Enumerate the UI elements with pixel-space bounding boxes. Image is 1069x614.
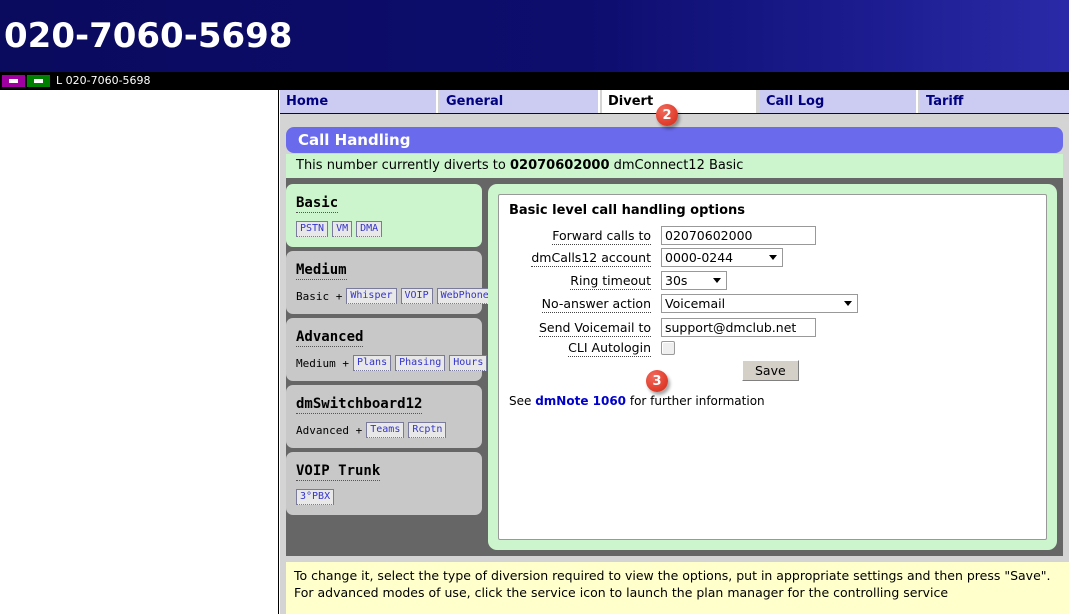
tab-general[interactable]: General [440,90,600,114]
chip-pstn[interactable]: PSTN [296,221,329,237]
chevron-down-icon [769,255,777,260]
page-title: 020-7060-5698 [4,16,293,56]
label-ring-timeout: Ring timeout [570,273,651,290]
dmnote-reference: See dmNote 1060 for further information [509,394,765,408]
tab-divert[interactable]: Divert [602,90,756,114]
level-chips-basic: PSTN VM DMA [296,221,482,237]
note-suffix: for further information [626,394,765,408]
level-title-advanced: Advanced [296,329,364,347]
step-badge-3: 3 [646,370,668,392]
tab-home[interactable]: Home [280,90,438,114]
service-level-list: Basic PSTN VM DMA Medium Basic + Whisper… [286,184,493,519]
divert-status-suffix: dmConnect12 Basic [609,158,744,173]
level-card-dmswitchboard12[interactable]: dmSwitchboard12 Advanced + Teams Rcptn [286,385,482,448]
ring-timeout-value: 30s [665,273,688,288]
level-chips-voip-trunk: 3°PBX [296,489,482,505]
label-cli-autologin: CLI Autologin [568,340,651,357]
level-prefix-advanced: Medium + [296,356,349,370]
label-forward-calls: Forward calls to [552,227,651,245]
dmcalls-account-value: 0000-0244 [665,250,734,265]
purple-service-icon[interactable] [2,75,25,87]
forward-calls-input[interactable] [661,226,816,245]
ring-timeout-select[interactable]: 30s [661,271,727,290]
form-title: Basic level call handling options [509,203,745,218]
chip-dma[interactable]: DMA [356,221,383,237]
help-line-1: To change it, select the type of diversi… [294,568,1051,583]
level-title-basic: Basic [296,195,339,213]
chip-vm[interactable]: VM [332,221,353,237]
chip-teams[interactable]: Teams [366,422,405,438]
chip-plans[interactable]: Plans [352,355,392,371]
chevron-down-icon [844,301,852,306]
label-send-voicemail: Send Voicemail to [538,319,651,337]
chip-phasing[interactable]: Phasing [395,355,446,371]
level-chips-dmswitchboard12: Advanced + Teams Rcptn [296,422,482,438]
divert-status-line: This number currently diverts to 0207060… [286,154,1063,178]
form-panel-outer: Basic level call handling options Forwar… [488,184,1057,550]
field-row-cli-autologin: CLI Autologin [499,340,1046,357]
no-answer-action-value: Voicemail [665,296,726,311]
level-prefix-medium: Basic + [296,289,343,303]
step-badge-2: 2 [656,104,678,126]
panel-header-title: Call Handling [286,127,1063,153]
level-title-dmswitchboard12: dmSwitchboard12 [296,396,423,414]
help-line-2: For advanced modes of use, click the ser… [294,585,949,600]
level-title-medium: Medium [296,262,347,280]
tab-tariff[interactable]: Tariff [920,90,1069,114]
level-card-voip-trunk[interactable]: VOIP Trunk 3°PBX [286,452,482,515]
level-chips-medium: Basic + Whisper VOIP WebPhone [296,288,493,304]
status-bar: L 020-7060-5698 [0,72,1069,90]
save-button[interactable]: Save [742,360,799,381]
field-row-send-voicemail: Send Voicemail to [499,317,1046,337]
top-banner: 020-7060-5698 [0,0,1069,72]
field-row-forward-calls: Forward calls to [499,225,1046,245]
no-answer-action-select[interactable]: Voicemail [661,294,858,313]
level-card-basic[interactable]: Basic PSTN VM DMA [286,184,482,247]
status-bar-line-label: L 020-7060-5698 [56,74,151,87]
chip-voip[interactable]: VOIP [400,288,433,304]
field-row-ring-timeout: Ring timeout 30s [499,271,1046,290]
form-panel: Basic level call handling options Forwar… [498,194,1047,540]
content-area: Home General Divert Call Log Tariff 2 Ca… [280,90,1069,614]
chip-webphone[interactable]: WebPhone [436,288,493,304]
chip-3pbx[interactable]: 3°PBX [296,489,335,505]
label-no-answer-action: No-answer action [541,296,651,313]
chip-hours[interactable]: Hours [449,355,488,371]
chip-rcptn[interactable]: Rcptn [408,422,447,438]
level-chips-advanced: Medium + Plans Phasing Hours [296,355,488,371]
dmcalls-account-select[interactable]: 0000-0244 [661,248,783,267]
label-dmcalls-account: dmCalls12 account [531,250,651,267]
divert-status-number: 02070602000 [510,158,610,173]
cli-autologin-checkbox[interactable] [661,340,675,355]
field-row-dmcalls-account: dmCalls12 account 0000-0244 [499,248,1046,267]
level-title-voip-trunk: VOIP Trunk [296,463,381,481]
divert-status-prefix: This number currently diverts to [296,158,510,173]
dmnote-link[interactable]: dmNote 1060 [535,394,626,408]
help-text-box: To change it, select the type of diversi… [286,562,1069,614]
note-prefix: See [509,394,536,408]
page-root: 020-7060-5698 L 020-7060-5698 Home Gener… [0,0,1069,614]
send-voicemail-input[interactable] [661,318,816,337]
chip-whisper[interactable]: Whisper [346,288,397,304]
left-blank-column [0,90,279,614]
tab-call-log[interactable]: Call Log [760,90,918,114]
level-prefix-dmswitchboard12: Advanced + [296,423,363,437]
green-service-icon[interactable] [27,75,50,87]
level-card-medium[interactable]: Medium Basic + Whisper VOIP WebPhone [286,251,493,314]
field-row-no-answer-action: No-answer action Voicemail [499,294,1046,313]
level-card-advanced[interactable]: Advanced Medium + Plans Phasing Hours [286,318,488,381]
chevron-down-icon [713,278,721,283]
